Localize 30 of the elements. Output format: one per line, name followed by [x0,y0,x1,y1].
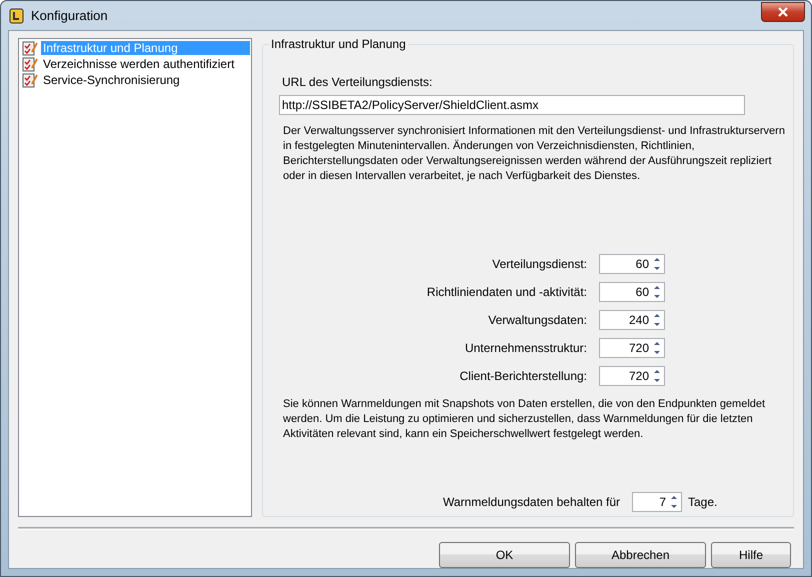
interval-label: Client-Berichterstellung: [460,369,587,383]
interval-label: Verteilungsdienst: [492,257,587,271]
close-button[interactable] [761,2,805,22]
sidebar-item[interactable]: Service-Synchronisierung [41,73,182,87]
checklist-icon [22,40,38,56]
interval-label: Verwaltungsdaten: [488,313,587,327]
group-title: Infrastruktur und Planung [269,37,408,51]
app-icon [7,6,25,24]
dialog-button[interactable]: OK [439,542,570,568]
number-spinner[interactable]: 60 [599,282,665,302]
retention-label: Warnmeldungsdaten behalten für [443,495,620,509]
url-field[interactable]: http://SSIBETA2/PolicyServer/ShieldClient.asmx [279,95,745,115]
unit-label: Tage. [688,495,718,509]
sidebar-item[interactable]: Verzeichnisse werden authentifiziert [41,57,236,71]
checklist-icon [22,56,38,72]
number-spinner[interactable]: 60 [599,254,665,274]
interval-label: Richtliniendaten und -aktivität: [426,285,587,299]
number-spinner[interactable]: 720 [599,338,665,358]
description-text: Der Verwaltungsserver synchronisiert Informationen mit den Verteilungsdienst- und Infrastrukturservern in festgelegten Minutenintervallen. Änderungen von Verzeichnisdiensten, Richtlinien, Berichterstellungsdaten oder Verwaltungsereignissen werden während der Ausführungszeit repliziert oder in diesen Intervallen verarbeitet, je nach Verfügbarkeit des Dienstes. [283,124,786,184]
interval-label: Unternehmensstruktur: [464,341,587,355]
close-icon [777,7,789,17]
window-title: Konfiguration [31,8,108,23]
number-spinner[interactable]: 720 [599,366,665,386]
dialog-button[interactable]: Abbrechen [575,542,706,568]
checklist-icon [22,72,38,88]
description-text: Sie können Warnmeldungen mit Snapshots von Daten erstellen, die von den Endpunkten gemeldet werden. Um die Leistung zu optimieren und sicherzustellen, dass Warnmeldungen für die letzten Aktivitäten relevant sind, kann ein Speicherschwellwert festgelegt werden. [283,397,766,442]
dialog-button[interactable]: Hilfe [711,542,791,568]
number-spinner[interactable]: 240 [599,310,665,330]
number-spinner[interactable]: 7 [632,492,682,512]
field-label: URL des Verteilungsdiensts: [282,75,434,89]
